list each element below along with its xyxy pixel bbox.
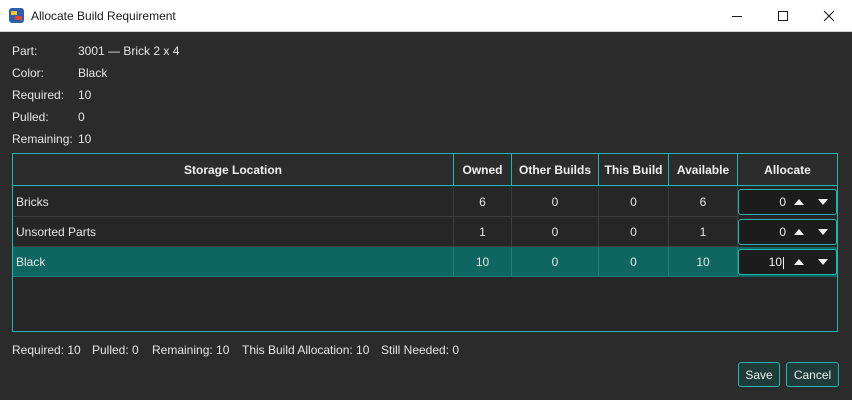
table-row[interactable]: Unsorted Parts 1 0 0 1 0 [13, 217, 837, 247]
remaining-value: 10 [78, 132, 92, 146]
window-title: Allocate Build Requirement [31, 9, 176, 23]
caret-up-icon [794, 259, 804, 265]
cell-other-builds: 0 [512, 217, 599, 247]
color-value: Black [78, 66, 108, 80]
pulled-value: 0 [78, 110, 85, 124]
allocate-spinner-value-editing[interactable]: 10 [743, 255, 784, 269]
cell-available: 1 [669, 217, 738, 247]
color-label: Color: [12, 66, 45, 80]
caret-up-icon [794, 229, 804, 235]
part-value: 3001 — Brick 2 x 4 [78, 44, 180, 58]
close-button[interactable] [806, 0, 852, 31]
allocate-spinner-value[interactable]: 0 [743, 225, 786, 239]
column-header-allocate[interactable]: Allocate [738, 154, 837, 186]
caret-down-icon [818, 199, 828, 205]
required-value: 10 [78, 88, 92, 102]
cancel-button[interactable]: Cancel [786, 362, 839, 387]
cell-owned: 1 [454, 217, 512, 247]
column-header-this-build[interactable]: This Build [599, 154, 669, 186]
increment-button[interactable] [789, 253, 809, 271]
increment-button[interactable] [789, 193, 809, 211]
caret-down-icon [818, 229, 828, 235]
table-row-selected[interactable]: Black 10 0 0 10 10 [13, 247, 837, 277]
minimize-icon [732, 15, 742, 17]
status-required: Required: 10 [12, 343, 81, 357]
title-bar: Allocate Build Requirement [0, 0, 852, 32]
cell-available: 6 [669, 187, 738, 217]
table-header: Storage Location Owned Other Builds This… [13, 154, 837, 187]
caret-down-icon [818, 259, 828, 265]
close-icon [823, 10, 835, 21]
table-row[interactable]: Bricks 6 0 0 6 0 [13, 187, 837, 217]
pulled-label: Pulled: [12, 110, 49, 124]
maximize-button[interactable] [760, 0, 806, 31]
column-header-owned[interactable]: Owned [454, 154, 512, 186]
maximize-icon [778, 10, 788, 21]
cell-owned: 6 [454, 187, 512, 217]
cell-this-build: 0 [599, 187, 669, 217]
increment-button[interactable] [789, 223, 809, 241]
cell-other-builds: 0 [512, 187, 599, 217]
part-label: Part: [12, 44, 38, 58]
cell-storage-location: Unsorted Parts [13, 217, 454, 247]
minimize-button[interactable] [714, 0, 760, 31]
cell-storage-location: Bricks [13, 187, 454, 217]
app-icon [9, 8, 24, 23]
cell-available: 10 [669, 247, 738, 277]
status-this-build-allocation: This Build Allocation: 10 [242, 343, 370, 357]
cell-storage-location: Black [13, 247, 454, 277]
status-pulled: Pulled: 0 [92, 343, 139, 357]
column-header-other-builds[interactable]: Other Builds [512, 154, 599, 186]
save-button[interactable]: Save [738, 362, 780, 387]
status-remaining: Remaining: 10 [152, 343, 230, 357]
allocate-spinner[interactable]: 10 [738, 249, 837, 275]
cell-owned: 10 [454, 247, 512, 277]
cell-this-build: 0 [599, 247, 669, 277]
storage-allocation-table: Storage Location Owned Other Builds This… [12, 153, 838, 332]
column-header-storage-location[interactable]: Storage Location [13, 154, 454, 186]
cell-other-builds: 0 [512, 247, 599, 277]
remaining-label: Remaining: [12, 132, 73, 146]
decrement-button[interactable] [813, 223, 833, 241]
allocate-spinner[interactable]: 0 [738, 189, 837, 215]
column-header-available[interactable]: Available [669, 154, 738, 186]
status-still-needed: Still Needed: 0 [381, 343, 460, 357]
decrement-button[interactable] [813, 253, 833, 271]
text-caret [783, 256, 784, 269]
cell-this-build: 0 [599, 217, 669, 247]
required-label: Required: [12, 88, 65, 102]
allocate-spinner-text[interactable]: 10 [769, 255, 782, 269]
decrement-button[interactable] [813, 193, 833, 211]
allocate-spinner[interactable]: 0 [738, 219, 837, 245]
allocate-spinner-value[interactable]: 0 [743, 195, 786, 209]
caret-up-icon [794, 199, 804, 205]
